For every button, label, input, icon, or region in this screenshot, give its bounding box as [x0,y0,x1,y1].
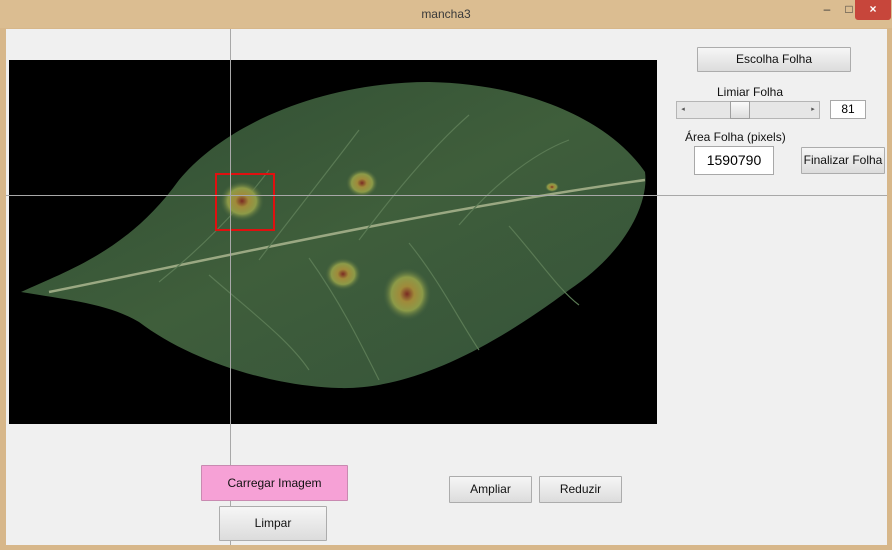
slider-left-arrow-icon[interactable]: ◂ [677,102,689,118]
app-window: mancha3 – □ × Escolha Folha Limiar Folha… [0,0,892,550]
lesion-spot [220,181,264,221]
escolha-folha-button[interactable]: Escolha Folha [697,47,851,72]
client-area: Escolha Folha Limiar Folha ◂ ▸ 81 Área F… [6,29,887,545]
leaf-image [21,82,646,389]
leaf-image-canvas[interactable] [9,60,657,424]
slider-right-arrow-icon[interactable]: ▸ [807,102,819,118]
limiar-folha-slider[interactable]: ◂ ▸ [676,101,820,119]
area-folha-value: 1590790 [694,146,774,175]
ampliar-button[interactable]: Ampliar [449,476,532,503]
close-button[interactable]: × [855,0,891,20]
finalizar-folha-button[interactable]: Finalizar Folha [801,147,885,174]
lesion-spot [383,268,431,320]
carregar-imagem-button[interactable]: Carregar Imagem [201,465,348,501]
limiar-value[interactable]: 81 [830,100,866,119]
window-title: mancha3 [421,7,471,21]
limpar-button[interactable]: Limpar [219,506,327,541]
minimize-button[interactable]: – [816,0,838,20]
lesion-spot [346,169,378,197]
lesion-spot [325,258,361,290]
limiar-folha-label: Limiar Folha [717,85,784,99]
slider-thumb[interactable] [730,101,750,119]
lesion-spot [545,182,559,192]
title-bar: mancha3 – □ × [0,0,892,28]
crosshair-horizontal [6,195,887,196]
reduzir-button[interactable]: Reduzir [539,476,622,503]
area-folha-label: Área Folha (pixels) [685,130,786,144]
